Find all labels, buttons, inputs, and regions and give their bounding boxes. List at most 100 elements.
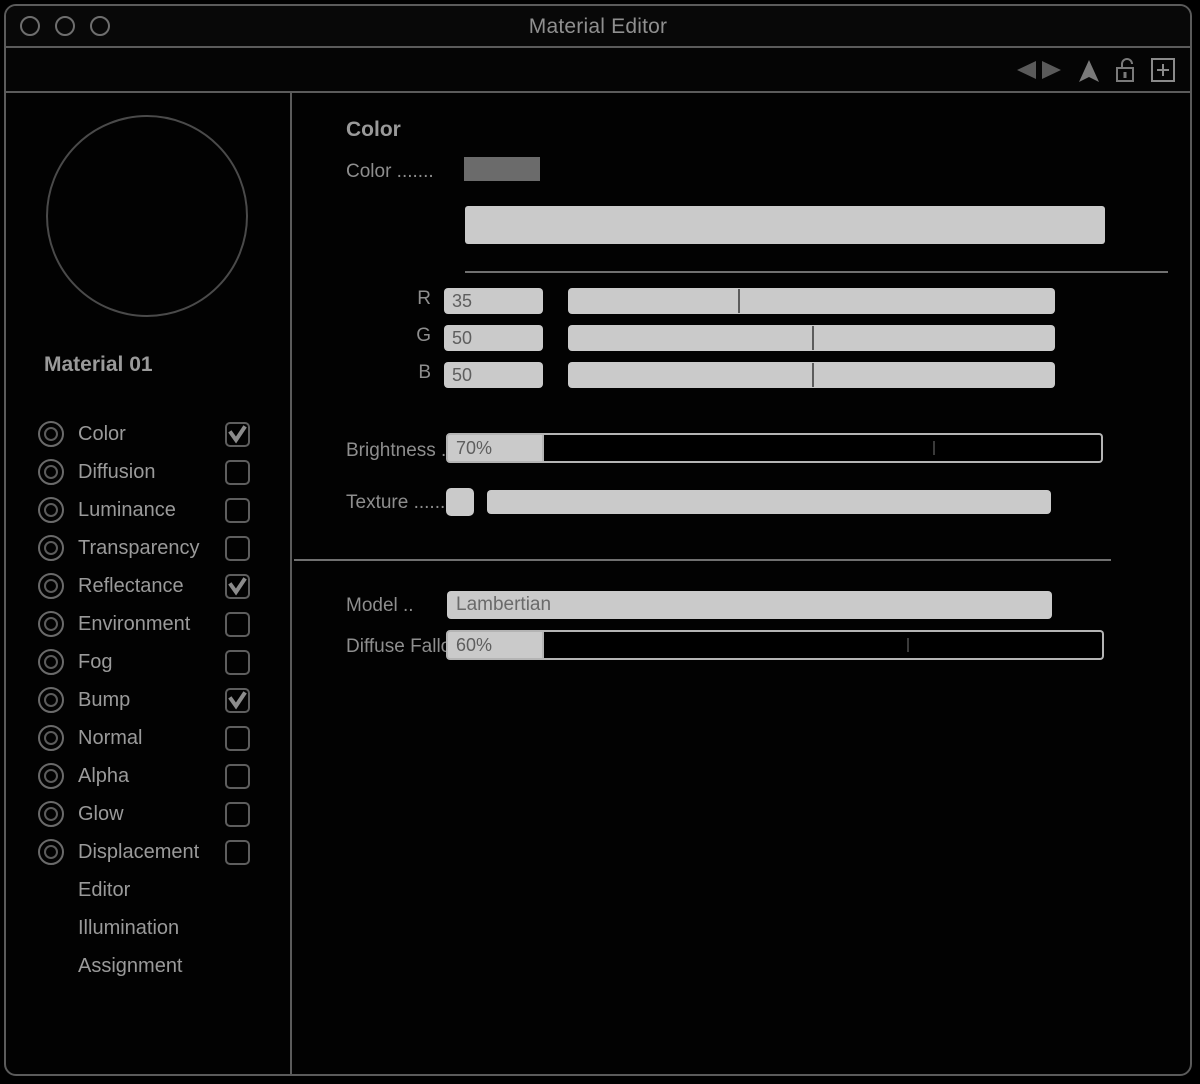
rgb-channel-letter: B (418, 362, 431, 383)
texture-browse-button[interactable] (446, 488, 474, 516)
diffuse-falloff-slider-track[interactable] (544, 630, 1104, 660)
diffuse-falloff-slider-tick (907, 638, 910, 652)
brightness-slider-track[interactable] (544, 433, 1103, 463)
channel-row[interactable]: Diffusion (6, 453, 290, 491)
channel-toggle-icon[interactable] (38, 725, 64, 751)
diffuse-falloff-label: Diffuse Fallof (346, 636, 457, 657)
channel-checkbox[interactable] (225, 497, 250, 523)
brightness-slider-tick (932, 441, 935, 455)
channel-toggle-icon[interactable] (38, 459, 64, 485)
brightness-value-field[interactable]: 70% (446, 433, 544, 463)
section-title: Color (346, 118, 401, 141)
divider (294, 559, 1111, 561)
channel-row[interactable]: Bump (6, 681, 290, 719)
channel-label: Reflectance (78, 574, 184, 597)
channel-label: Displacement (78, 840, 200, 863)
channel-toggle-icon[interactable] (38, 801, 64, 827)
channel-label: Editor (78, 878, 131, 901)
rgb-slider-track[interactable] (568, 362, 1055, 388)
content-panel: Color Color ....... R 35 G 50 B 50 Brightness… (294, 93, 1190, 1074)
rgb-slider-handle[interactable] (811, 326, 814, 350)
rgb-slider-track[interactable] (568, 288, 1055, 314)
channel-checkbox[interactable] (225, 611, 250, 637)
window-title: Material Editor (528, 15, 668, 38)
rgb-value-field[interactable]: 50 (444, 362, 543, 388)
rgb-row: B 50 (294, 362, 1190, 388)
channel-label: Transparency (78, 536, 200, 559)
channel-toggle-icon[interactable] (38, 649, 64, 675)
channel-row[interactable]: Fog (6, 643, 290, 681)
rgb-slider-handle[interactable] (738, 289, 741, 313)
add-icon[interactable] (1150, 55, 1176, 85)
channel-checkbox[interactable] (225, 801, 250, 827)
rgb-slider-track[interactable] (568, 325, 1055, 351)
material-preview-sphere[interactable] (46, 115, 248, 317)
channel-label: Color (78, 422, 126, 445)
channel-row[interactable]: Editor (6, 871, 290, 909)
channel-toggle-icon[interactable] (38, 839, 64, 865)
title-bar: Material Editor (6, 6, 1190, 48)
channel-label: Diffusion (78, 460, 156, 483)
lock-icon[interactable] (1114, 55, 1138, 85)
channel-row[interactable]: Reflectance (6, 567, 290, 605)
channel-checkbox[interactable] (225, 573, 250, 599)
toolbar-icon-group (1014, 55, 1176, 85)
channel-row[interactable]: Transparency (6, 529, 290, 567)
channel-label: Environment (78, 612, 191, 635)
channel-toggle-icon[interactable] (38, 687, 64, 713)
channel-checkbox[interactable] (225, 535, 250, 561)
color-swatch[interactable] (464, 157, 540, 181)
channel-checkbox[interactable] (225, 649, 250, 675)
color-field-label: Color ....... (346, 161, 434, 182)
color-gradient-panel[interactable] (465, 206, 1105, 244)
channel-row[interactable]: Glow (6, 795, 290, 833)
channel-row[interactable]: Displacement (6, 833, 290, 871)
rgb-value-field[interactable]: 50 (444, 325, 543, 351)
model-dropdown[interactable]: Lambertian (447, 591, 1052, 619)
channel-label: Alpha (78, 764, 130, 787)
texture-label: Texture ....... (346, 492, 451, 513)
channel-row[interactable]: Assignment (6, 947, 290, 985)
channel-checkbox[interactable] (225, 687, 250, 713)
texture-path-field[interactable] (487, 490, 1051, 514)
channel-label: Assignment (78, 954, 183, 977)
channel-label: Normal (78, 726, 143, 749)
channel-checkbox[interactable] (225, 459, 250, 485)
previous-arrow-icon[interactable] (1014, 55, 1040, 85)
divider (465, 271, 1168, 273)
channel-toggle-icon[interactable] (38, 573, 64, 599)
channel-checkbox[interactable] (225, 725, 250, 751)
channel-label: Fog (78, 650, 113, 673)
brightness-label: Brightness .. (346, 440, 452, 461)
channel-row[interactable]: Luminance (6, 491, 290, 529)
channel-row[interactable]: Normal (6, 719, 290, 757)
rgb-row: G 50 (294, 325, 1190, 351)
channel-toggle-icon[interactable] (38, 421, 64, 447)
channel-checkbox[interactable] (225, 763, 250, 789)
channel-label: Luminance (78, 498, 176, 521)
channel-checkbox[interactable] (225, 421, 250, 447)
sidebar: Material 01 Color Diffusion Luminance Trans… (6, 93, 292, 1074)
material-name-label: Material 01 (44, 353, 153, 376)
channel-row[interactable]: Environment (6, 605, 290, 643)
channel-label: Illumination (78, 916, 180, 939)
channel-label: Glow (78, 802, 124, 825)
channel-toggle-icon[interactable] (38, 763, 64, 789)
rgb-value-field[interactable]: 35 (444, 288, 543, 314)
rgb-row: R 35 (294, 288, 1190, 314)
up-arrow-icon[interactable] (1076, 55, 1102, 85)
channel-list: Color Diffusion Luminance Transparency Refle… (6, 415, 290, 985)
toolbar (6, 48, 1190, 93)
channel-checkbox[interactable] (225, 839, 250, 865)
material-editor-window: Material Editor Material 01 Color Diffus… (4, 4, 1192, 1076)
channel-row[interactable]: Alpha (6, 757, 290, 795)
rgb-slider-handle[interactable] (811, 363, 814, 387)
next-arrow-icon[interactable] (1038, 55, 1064, 85)
channel-toggle-icon[interactable] (38, 535, 64, 561)
diffuse-falloff-value-field[interactable]: 60% (446, 630, 544, 660)
channel-label: Bump (78, 688, 131, 711)
channel-row[interactable]: Illumination (6, 909, 290, 947)
channel-toggle-icon[interactable] (38, 497, 64, 523)
channel-toggle-icon[interactable] (38, 611, 64, 637)
channel-row[interactable]: Color (6, 415, 290, 453)
